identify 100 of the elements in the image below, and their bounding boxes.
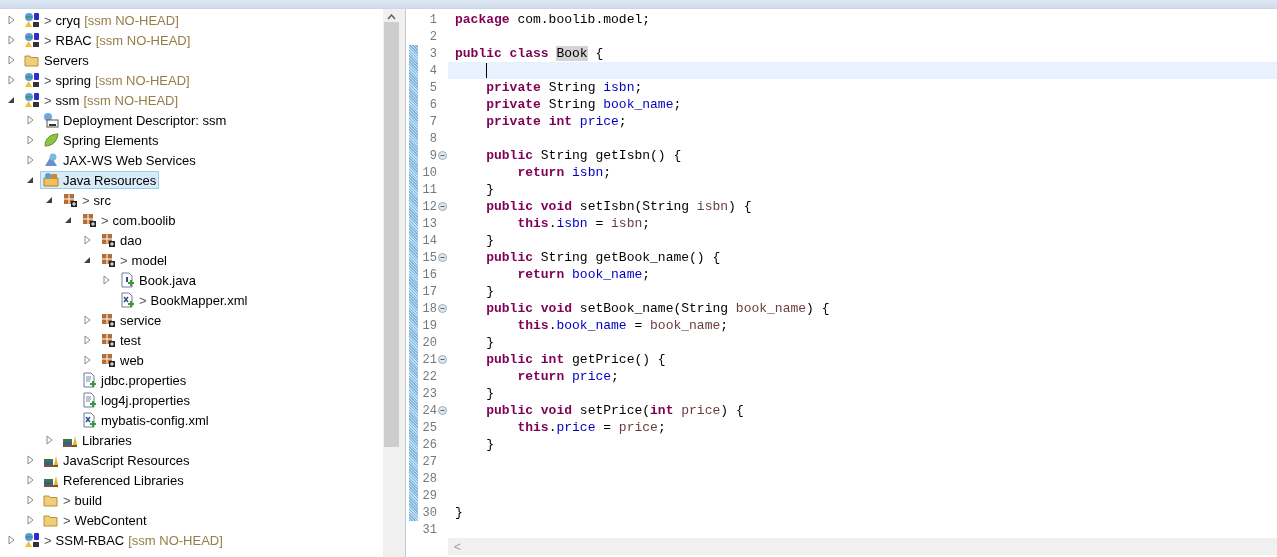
expand-arrow-icon[interactable] xyxy=(7,535,15,545)
tree-item[interactable]: Deployment Descriptor: ssm xyxy=(40,111,230,129)
tree-item[interactable]: JAX-WS Web Services xyxy=(40,151,199,169)
tree-item[interactable]: Book.java xyxy=(116,271,200,289)
collapse-arrow-icon[interactable] xyxy=(64,216,72,224)
tree-item[interactable]: > SSM-RBAC [ssm NO-HEAD] xyxy=(21,531,226,549)
line-number: 31 xyxy=(421,522,437,537)
xml-file-icon xyxy=(81,412,97,428)
code-line: } xyxy=(454,504,464,521)
line-number: 10 xyxy=(421,165,437,180)
expand-arrow-icon[interactable] xyxy=(7,75,15,85)
fold-icon[interactable] xyxy=(438,202,447,211)
tree-item[interactable]: > WebContent xyxy=(40,511,150,529)
tree-item[interactable]: service xyxy=(97,311,165,329)
fold-icon[interactable] xyxy=(438,253,447,262)
line-number: 20 xyxy=(421,335,437,350)
collapse-arrow-icon[interactable] xyxy=(7,96,15,104)
line-number: 14 xyxy=(421,233,437,248)
collapse-arrow-icon[interactable] xyxy=(83,256,91,264)
expand-arrow-icon[interactable] xyxy=(7,15,15,25)
tree-item[interactable]: > cryq [ssm NO-HEAD] xyxy=(21,11,182,29)
tree-item[interactable]: > src xyxy=(59,191,114,209)
tree-item[interactable]: Java Resources xyxy=(40,171,160,189)
expand-arrow-icon[interactable] xyxy=(26,115,34,125)
expand-arrow-icon[interactable] xyxy=(102,275,110,285)
collapse-arrow-icon[interactable] xyxy=(45,196,53,204)
expand-arrow-icon[interactable] xyxy=(26,475,34,485)
tree-item[interactable]: > ssm [ssm NO-HEAD] xyxy=(21,91,182,109)
tree-item[interactable]: Libraries xyxy=(59,431,135,449)
expand-arrow-icon[interactable] xyxy=(26,135,34,145)
tree-item[interactable]: Referenced Libraries xyxy=(40,471,187,489)
fold-icon[interactable] xyxy=(438,304,447,313)
line-number: 8 xyxy=(428,131,437,146)
tree-item[interactable]: mybatis-config.xml xyxy=(78,411,212,429)
expand-arrow-icon[interactable] xyxy=(7,55,15,65)
line-number: 24 xyxy=(421,403,437,418)
project-icon xyxy=(24,92,40,108)
tree-item[interactable]: jdbc.properties xyxy=(78,371,190,389)
tree-item[interactable]: dao xyxy=(97,231,145,249)
code-line: this.price = price; xyxy=(516,419,667,436)
line-number: 16 xyxy=(421,267,437,282)
fold-icon[interactable] xyxy=(438,151,447,160)
collapse-arrow-icon[interactable] xyxy=(26,176,34,184)
code-line: return price; xyxy=(516,368,620,385)
web-services-icon xyxy=(43,152,59,168)
tree-item[interactable]: web xyxy=(97,351,147,369)
line-number: 26 xyxy=(421,437,437,452)
tree-item[interactable]: > BookMapper.xml xyxy=(116,291,251,309)
tree-item[interactable]: > build xyxy=(40,491,106,509)
code-line: public void setIsbn(String isbn) { xyxy=(485,198,753,215)
expand-arrow-icon[interactable] xyxy=(26,495,34,505)
line-number: 22 xyxy=(421,369,437,384)
scroll-thumb[interactable] xyxy=(384,22,399,447)
fold-icon[interactable] xyxy=(438,406,447,415)
scroll-up-icon[interactable] xyxy=(387,14,396,20)
tree-item[interactable]: > com.boolib xyxy=(78,211,179,229)
line-number: 1 xyxy=(428,12,437,27)
text-cursor xyxy=(486,63,487,78)
code-line: public int getPrice() { xyxy=(485,351,667,368)
line-number: 3 xyxy=(428,46,437,61)
expand-arrow-icon[interactable] xyxy=(7,35,15,45)
code-line: public String getBook_name() { xyxy=(485,249,722,266)
code-line: } xyxy=(485,436,495,453)
folder-icon xyxy=(24,52,40,68)
scrollbar[interactable] xyxy=(383,9,400,557)
package-icon xyxy=(100,352,116,368)
expand-arrow-icon[interactable] xyxy=(26,155,34,165)
expand-arrow-icon[interactable] xyxy=(26,515,34,525)
tree-item[interactable]: Servers xyxy=(21,51,92,69)
expand-arrow-icon[interactable] xyxy=(26,455,34,465)
tree-item[interactable]: Spring Elements xyxy=(40,131,162,149)
folder-icon xyxy=(43,492,59,508)
code-line: } xyxy=(485,385,495,402)
line-number: 23 xyxy=(421,386,437,401)
package-icon xyxy=(100,232,116,248)
line-number: 27 xyxy=(421,454,437,469)
tree-item[interactable]: JavaScript Resources xyxy=(40,451,193,469)
leaf-icon xyxy=(43,132,59,148)
tree-item[interactable]: > spring [ssm NO-HEAD] xyxy=(21,71,193,89)
package-icon xyxy=(100,332,116,348)
xml-file-icon xyxy=(119,292,135,308)
tree-item[interactable]: > model xyxy=(97,251,170,269)
expand-arrow-icon[interactable] xyxy=(83,235,91,245)
code-line: public void setBook_name(String book_name) { xyxy=(485,300,831,317)
expand-arrow-icon[interactable] xyxy=(83,335,91,345)
expand-arrow-icon[interactable] xyxy=(83,355,91,365)
code-line: } xyxy=(485,283,495,300)
line-number: 21 xyxy=(421,352,437,367)
tree-item[interactable]: test xyxy=(97,331,144,349)
line-number: 9 xyxy=(428,148,437,163)
tree-item[interactable]: > RBAC [ssm NO-HEAD] xyxy=(21,31,194,49)
line-number: 5 xyxy=(428,80,437,95)
project-icon xyxy=(24,32,40,48)
java-resources-icon xyxy=(43,172,59,188)
project-icon xyxy=(24,72,40,88)
fold-icon[interactable] xyxy=(438,355,447,364)
expand-arrow-icon[interactable] xyxy=(45,435,53,445)
line-number: 28 xyxy=(421,471,437,486)
tree-item[interactable]: log4j.properties xyxy=(78,391,193,409)
expand-arrow-icon[interactable] xyxy=(83,315,91,325)
